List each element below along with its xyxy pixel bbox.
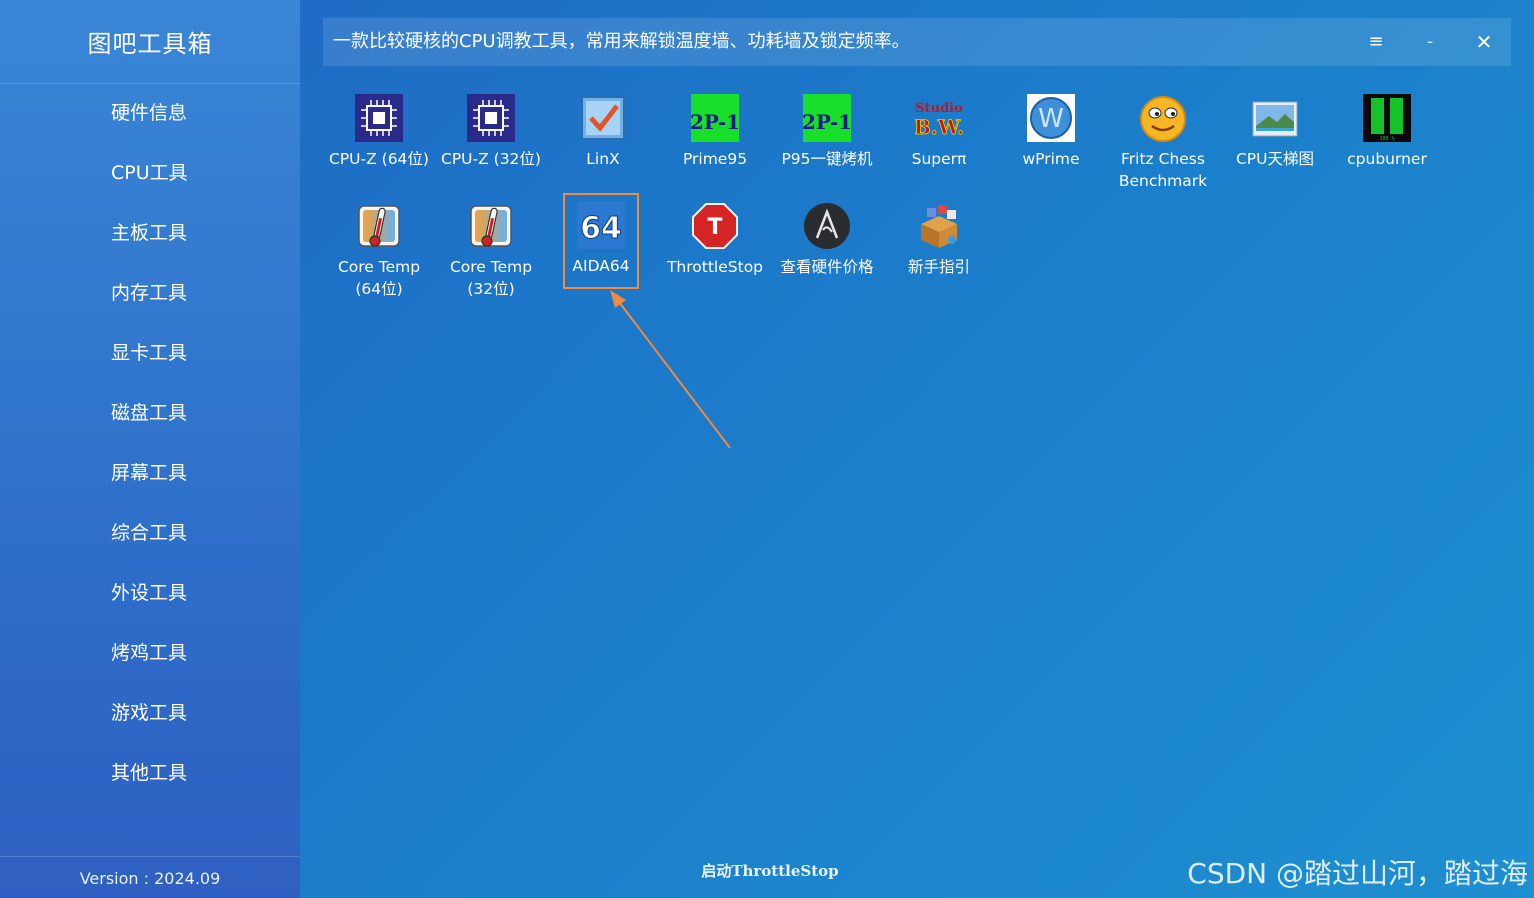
tool-aida64[interactable]: 64 AIDA64 xyxy=(563,193,639,289)
tool-label: CPU天梯图 xyxy=(1235,150,1314,168)
aida64-icon: 64 xyxy=(577,201,625,249)
tool-superpi[interactable]: Studio B.W. Superπ xyxy=(883,86,995,190)
sidebar-item-general-tools[interactable]: 综合工具 xyxy=(0,503,300,563)
watermark: CSDN @踏过山河，踏过海 xyxy=(1187,857,1528,890)
sidebar-footer-divider xyxy=(0,856,300,857)
thermometer-icon xyxy=(470,205,512,247)
sidebar: 图吧工具箱 硬件信息 CPU工具 主板工具 内存工具 显卡工具 磁盘工具 屏幕工… xyxy=(0,0,300,898)
tool-wprime[interactable]: W wPrime xyxy=(995,86,1107,190)
tool-linx[interactable]: LinX xyxy=(547,86,659,190)
wprime-icon: W xyxy=(1027,94,1075,142)
tool-label: wPrime xyxy=(1022,150,1080,168)
svg-text:100 %: 100 % xyxy=(1379,136,1394,142)
tool-cpuz-32[interactable]: CPU-Z (32位) xyxy=(435,86,547,190)
tool-beginner-guide[interactable]: 新手指引 xyxy=(883,194,995,298)
sidebar-item-screen-tools[interactable]: 屏幕工具 xyxy=(0,443,300,503)
app-title: 图吧工具箱 xyxy=(87,30,213,58)
linx-icon xyxy=(581,96,625,140)
tool-coretemp-64[interactable]: Core Temp (64位) xyxy=(323,194,435,298)
tool-label: Superπ xyxy=(911,150,967,168)
tool-cpuburner[interactable]: 100 % cpuburner xyxy=(1331,86,1443,190)
minimize-icon: - xyxy=(1426,31,1434,52)
prime95-icon: 2P-1 xyxy=(803,94,851,142)
svg-text:2P-1: 2P-1 xyxy=(691,110,739,134)
cpuz-icon xyxy=(467,94,515,142)
superpi-icon: Studio B.W. xyxy=(915,101,963,139)
annotation-arrow xyxy=(610,290,731,449)
header-bar: 一款比较硬核的CPU调教工具，常用来解锁温度墙、功耗墙及锁定频率。 ≡ - ✕ xyxy=(323,18,1511,66)
sidebar-item-cpu-tools[interactable]: CPU工具 xyxy=(0,143,300,203)
tool-cpuz-64[interactable]: CPU-Z (64位) xyxy=(323,86,435,190)
prime95-icon: 2P-1 xyxy=(691,94,739,142)
tool-p95-stress[interactable]: 2P-1 P95一键烤机 xyxy=(771,86,883,190)
tool-label: ThrottleStop xyxy=(666,258,764,276)
guide-box-icon xyxy=(921,205,957,248)
tool-fritz-chess[interactable]: Fritz Chess Benchmark xyxy=(1107,86,1219,190)
close-icon: ✕ xyxy=(1475,30,1493,54)
sidebar-item-gpu-tools[interactable]: 显卡工具 xyxy=(0,323,300,383)
tool-prime95[interactable]: 2P-1 Prime95 xyxy=(659,86,771,190)
sidebar-nav: 硬件信息 CPU工具 主板工具 内存工具 显卡工具 磁盘工具 屏幕工具 综合工具… xyxy=(0,83,300,803)
tool-label: CPU-Z (32位) xyxy=(441,150,541,168)
tool-label: Prime95 xyxy=(682,150,748,168)
menu-icon: ≡ xyxy=(1368,31,1384,52)
sidebar-item-peripheral-tools[interactable]: 外设工具 xyxy=(0,563,300,623)
sidebar-item-other-tools[interactable]: 其他工具 xyxy=(0,743,300,803)
tool-hardware-price[interactable]: 查看硬件价格 xyxy=(771,194,883,298)
sidebar-item-hardware-info[interactable]: 硬件信息 xyxy=(0,83,300,143)
svg-text:B.W.: B.W. xyxy=(915,115,963,139)
tool-label: 查看硬件价格 xyxy=(780,258,874,276)
tool-label: Core Temp (32位) xyxy=(449,258,533,298)
price-icon xyxy=(804,203,850,249)
tool-coretemp-32[interactable]: Core Temp (32位) xyxy=(435,194,547,298)
tool-cpu-ladder[interactable]: CPU天梯图 xyxy=(1219,86,1331,190)
tool-label: Core Temp (64位) xyxy=(337,258,421,298)
status-text: 启动ThrottleStop xyxy=(701,862,839,880)
fritz-icon xyxy=(1140,96,1186,142)
svg-text:W: W xyxy=(1038,104,1064,134)
tool-label: CPU-Z (64位) xyxy=(329,150,429,168)
tool-label: cpuburner xyxy=(1347,150,1427,168)
cpuburner-icon: 100 % xyxy=(1363,94,1411,142)
sidebar-item-disk-tools[interactable]: 磁盘工具 xyxy=(0,383,300,443)
menu-button[interactable]: ≡ xyxy=(1356,18,1396,66)
thermometer-icon xyxy=(358,205,400,247)
tool-label: AIDA64 xyxy=(572,257,630,275)
tool-label: 新手指引 xyxy=(907,258,970,276)
picture-icon xyxy=(1252,101,1298,137)
svg-text:Studio: Studio xyxy=(915,101,963,116)
version-label: Version : 2024.09 xyxy=(79,869,221,888)
tool-label: P95一键烤机 xyxy=(781,150,873,168)
sidebar-item-memory-tools[interactable]: 内存工具 xyxy=(0,263,300,323)
tool-label: Fritz Chess Benchmark xyxy=(1118,150,1208,190)
cpuz-icon xyxy=(355,94,403,142)
minimize-button[interactable]: - xyxy=(1410,18,1450,66)
throttlestop-icon: T xyxy=(692,203,738,249)
sidebar-item-motherboard-tools[interactable]: 主板工具 xyxy=(0,203,300,263)
svg-text:T: T xyxy=(707,215,722,240)
svg-text:2P-1: 2P-1 xyxy=(803,110,851,134)
sidebar-item-game-tools[interactable]: 游戏工具 xyxy=(0,683,300,743)
svg-text:64: 64 xyxy=(580,211,622,246)
tool-description: 一款比较硬核的CPU调教工具，常用来解锁温度墙、功耗墙及锁定频率。 xyxy=(333,31,910,52)
close-button[interactable]: ✕ xyxy=(1464,18,1504,66)
tool-label: LinX xyxy=(586,150,620,168)
sidebar-item-stress-tools[interactable]: 烤鸡工具 xyxy=(0,623,300,683)
